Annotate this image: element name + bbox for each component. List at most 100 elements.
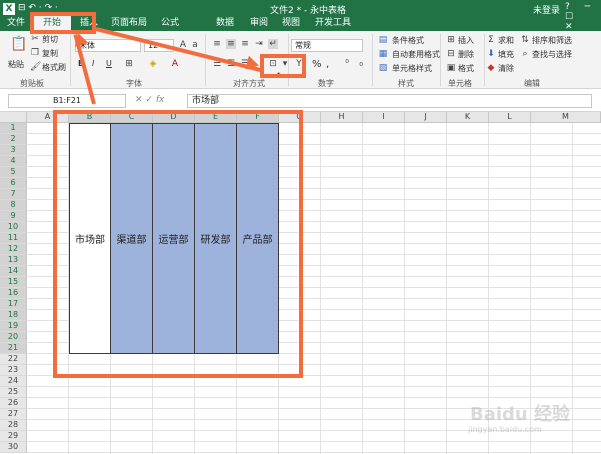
watermark-url: jingyan.baidu.com xyxy=(468,425,542,434)
tab-page-layout[interactable]: 页面布局 xyxy=(106,15,152,31)
tab-data[interactable]: 数据 xyxy=(210,15,240,31)
tab-developer[interactable]: 开发工具 xyxy=(308,15,358,31)
sort-filter-button[interactable]: 排序和筛选 xyxy=(532,35,572,46)
row-header[interactable]: 13 xyxy=(0,255,27,266)
cell-style-button[interactable]: 单元格样式 xyxy=(392,63,432,74)
name-box[interactable]: B1:F21 xyxy=(8,94,126,108)
shrink-font-icon[interactable]: a xyxy=(190,40,200,50)
row-header[interactable]: 4 xyxy=(0,156,27,167)
row-header[interactable]: 12 xyxy=(0,244,27,255)
copy-icon[interactable]: ❐ xyxy=(30,48,40,58)
row-header[interactable]: 30 xyxy=(0,442,27,453)
percent-button[interactable]: % xyxy=(312,59,322,70)
row-header[interactable]: 21 xyxy=(0,343,27,354)
row-header[interactable]: 10 xyxy=(0,222,27,233)
number-format-select[interactable]: 常规 xyxy=(291,39,363,52)
align-bottom-icon[interactable]: ≡ xyxy=(240,39,250,49)
copy-button[interactable]: 复制 xyxy=(42,48,58,59)
styles-group-label: 样式 xyxy=(398,79,414,88)
column-header[interactable]: H xyxy=(321,112,363,123)
row-header[interactable]: 28 xyxy=(0,420,27,431)
find-select-icon[interactable]: ⌕ xyxy=(520,49,530,59)
underline-button[interactable]: U xyxy=(106,59,112,68)
clipboard-group-label: 剪贴板 xyxy=(20,79,44,88)
column-header[interactable]: I xyxy=(363,112,405,123)
find-select-button[interactable]: 查找与选择 xyxy=(532,49,572,60)
column-header[interactable]: M xyxy=(531,112,601,123)
fx-button[interactable]: ✕ ✓ fx xyxy=(135,95,164,105)
row-header[interactable]: 23 xyxy=(0,365,27,376)
scissors-icon[interactable]: ✂ xyxy=(30,34,40,44)
row-header[interactable]: 2 xyxy=(0,134,27,145)
decrease-decimal-icon[interactable]: ₀ xyxy=(356,59,366,69)
column-header[interactable]: K xyxy=(447,112,489,123)
alignment-group-label: 对齐方式 xyxy=(233,79,265,88)
select-all-corner[interactable] xyxy=(0,112,27,123)
row-header[interactable]: 25 xyxy=(0,387,27,398)
row-header[interactable]: 20 xyxy=(0,332,27,343)
wrap-text-icon[interactable]: ↵ xyxy=(268,39,278,49)
row-header[interactable]: 22 xyxy=(0,354,27,365)
tab-view[interactable]: 视图 xyxy=(276,15,306,31)
format-painter-button[interactable]: 格式刷 xyxy=(42,62,66,73)
formula-input[interactable]: 市场部 xyxy=(187,94,592,108)
align-middle-icon[interactable]: ≡ xyxy=(226,39,236,49)
table-format-icon[interactable]: ▦ xyxy=(378,49,388,59)
increase-decimal-icon[interactable]: ⁰ xyxy=(342,59,352,69)
row-header[interactable]: 3 xyxy=(0,145,27,156)
table-format-button[interactable]: 自动套用格式 xyxy=(392,49,440,60)
fx-label: fx xyxy=(155,95,165,105)
row-header[interactable]: 19 xyxy=(0,321,27,332)
column-header[interactable]: J xyxy=(405,112,447,123)
cut-button[interactable]: 剪切 xyxy=(42,34,58,45)
fill-icon[interactable]: ⬇ xyxy=(486,49,496,59)
row-header[interactable]: 11 xyxy=(0,233,27,244)
row-header[interactable]: 1 xyxy=(0,123,27,134)
comma-button[interactable]: , xyxy=(326,59,329,70)
row-header[interactable]: 5 xyxy=(0,167,27,178)
row-header[interactable]: 17 xyxy=(0,299,27,310)
row-header[interactable]: 6 xyxy=(0,178,27,189)
row-header[interactable]: 18 xyxy=(0,310,27,321)
align-top-icon[interactable]: ≡ xyxy=(212,39,222,49)
row-header[interactable]: 24 xyxy=(0,376,27,387)
sum-button[interactable]: 求和 xyxy=(498,35,514,46)
row-header[interactable]: 26 xyxy=(0,398,27,409)
editing-group-label: 编辑 xyxy=(524,79,540,88)
italic-button[interactable]: I xyxy=(92,59,94,68)
format-cells-button[interactable]: 格式 xyxy=(458,63,474,74)
paste-label[interactable]: 粘贴 xyxy=(8,59,24,70)
watermark: Baidu 经验 xyxy=(470,404,571,425)
format-painter-icon[interactable]: 🖌 xyxy=(30,62,41,72)
row-header[interactable]: 16 xyxy=(0,288,27,299)
border-icon[interactable]: ⊞ xyxy=(124,59,134,69)
delete-cells-icon[interactable]: ⊟ xyxy=(446,49,456,59)
row-header[interactable]: 27 xyxy=(0,409,27,420)
sort-filter-icon[interactable]: ⇅ xyxy=(520,35,530,45)
paste-icon[interactable]: 📋 xyxy=(10,37,27,57)
delete-cells-button[interactable]: 删除 xyxy=(458,49,474,60)
conditional-format-button[interactable]: 条件格式 xyxy=(392,35,424,46)
fill-button[interactable]: 填充 xyxy=(498,49,514,60)
format-cells-icon[interactable]: ▣ xyxy=(446,63,456,73)
clear-button[interactable]: 清除 xyxy=(498,63,514,74)
column-header[interactable]: L xyxy=(489,112,531,123)
tab-review[interactable]: 审阅 xyxy=(244,15,274,31)
fill-color-icon[interactable]: ◈ xyxy=(148,59,158,69)
indent-icon[interactable]: ⇥ xyxy=(254,39,264,49)
font-color-icon[interactable]: A xyxy=(170,59,180,69)
clear-icon[interactable]: ◆ xyxy=(486,63,496,73)
cell-style-icon[interactable]: ▧ xyxy=(378,63,388,73)
insert-cells-button[interactable]: 插入 xyxy=(458,35,474,46)
row-header[interactable]: 15 xyxy=(0,277,27,288)
row-header[interactable]: 7 xyxy=(0,189,27,200)
sum-icon[interactable]: Σ xyxy=(486,35,496,45)
row-header[interactable]: 29 xyxy=(0,431,27,442)
insert-cells-icon[interactable]: ⊞ xyxy=(446,35,456,45)
tab-formulas[interactable]: 公式 xyxy=(155,15,185,31)
tab-file[interactable]: 文件 xyxy=(2,15,30,31)
row-header[interactable]: 14 xyxy=(0,266,27,277)
row-header[interactable]: 8 xyxy=(0,200,27,211)
row-header[interactable]: 9 xyxy=(0,211,27,222)
conditional-format-icon[interactable]: ▤ xyxy=(378,35,388,45)
